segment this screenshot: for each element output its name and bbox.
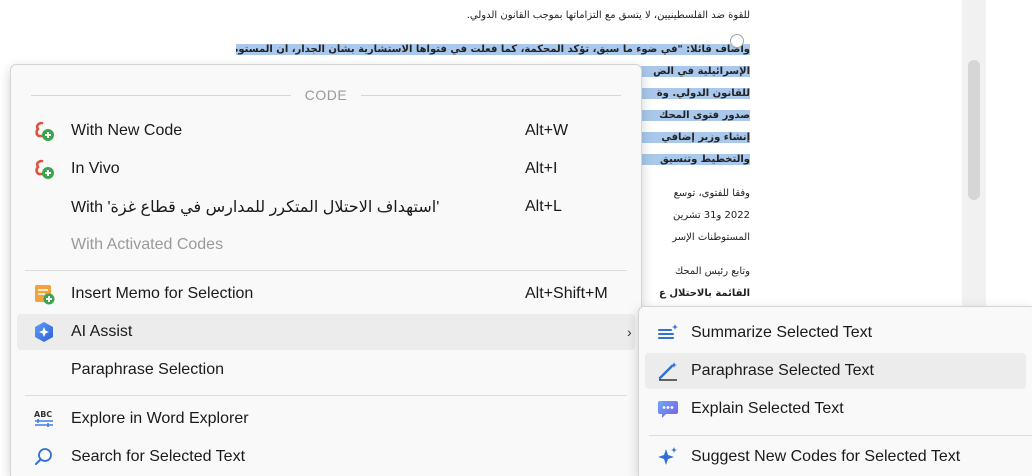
submenu-item-suggest-codes[interactable]: Suggest New Codes for Selected Text xyxy=(645,439,1026,475)
doc-line-selected: للقانون الدولي. وة xyxy=(640,88,750,99)
menu-item-ai-assist[interactable]: AI Assist › xyxy=(17,314,635,350)
menu-item-with-activated-codes: With Activated Codes xyxy=(17,227,635,263)
in-vivo-icon xyxy=(33,158,55,180)
scrollbar-thumb[interactable] xyxy=(968,60,980,200)
submenu-item-summarize[interactable]: Summarize Selected Text xyxy=(645,315,1026,351)
doc-line: وفقا للفتوى، توسع xyxy=(673,188,750,199)
doc-line: القائمة بالاحتلال ع xyxy=(659,288,750,299)
menu-item-paraphrase-selection[interactable]: Paraphrase Selection xyxy=(17,352,635,388)
submenu-item-label: Summarize Selected Text xyxy=(691,324,873,341)
menu-item-shortcut: Alt+Shift+M xyxy=(525,285,608,302)
svg-text:ABC: ABC xyxy=(34,410,52,419)
menu-item-label: AI Assist xyxy=(71,323,133,340)
menu-item-shortcut: Alt+L xyxy=(525,198,562,215)
submenu-item-label: Suggest New Codes for Selected Text xyxy=(691,448,961,465)
word-explorer-icon: ABC xyxy=(33,408,55,430)
submenu-separator xyxy=(649,435,1032,436)
menu-item-search-selected[interactable]: Search for Selected Text xyxy=(17,439,635,475)
search-icon xyxy=(33,446,55,468)
menu-item-label: With Activated Codes xyxy=(71,236,224,253)
doc-line: وتابع رئيس المحك xyxy=(675,266,750,277)
menu-item-label: With New Code xyxy=(71,122,183,139)
section-title: CODE xyxy=(304,87,348,103)
doc-line: 2022 و31 تشرين xyxy=(673,210,750,221)
doc-line-selected: إنشاء وزير إضافي xyxy=(640,132,750,143)
doc-line-selected: الإسرائيلية في الض xyxy=(640,66,750,77)
explain-icon xyxy=(657,398,679,420)
menu-separator xyxy=(25,270,627,271)
doc-line-selected: وأضاف قائلا: "في ضوء ما سبق، تؤكد المحكم… xyxy=(236,44,750,55)
submenu-item-label: Explain Selected Text xyxy=(691,400,844,417)
menu-item-with-new-code[interactable]: With New Code Alt+W xyxy=(17,113,635,149)
menu-item-shortcut: Alt+W xyxy=(525,122,569,139)
menu-section-header: CODE xyxy=(31,87,622,103)
selection-handle[interactable] xyxy=(730,34,744,48)
doc-line: المستوطنات الإسر xyxy=(672,232,750,243)
header-rule xyxy=(31,94,291,96)
suggest-codes-icon xyxy=(657,446,679,468)
submenu-chevron-icon: › xyxy=(627,324,632,340)
paraphrase-icon xyxy=(657,360,679,382)
menu-item-label: Insert Memo for Selection xyxy=(71,285,254,302)
menu-item-with-last-code[interactable]: With 'استهداف الاحتلال المتكرر للمدارس ف… xyxy=(17,189,635,225)
menu-item-shortcut: Alt+I xyxy=(525,160,558,177)
new-code-icon xyxy=(33,120,55,142)
ai-assist-submenu: Summarize Selected Text Paraphrase Selec… xyxy=(638,306,1032,476)
summarize-icon xyxy=(657,322,679,344)
submenu-item-paraphrase[interactable]: Paraphrase Selected Text xyxy=(645,353,1026,389)
submenu-item-explain[interactable]: Explain Selected Text xyxy=(645,391,1026,427)
menu-item-label: Paraphrase Selection xyxy=(71,361,224,378)
memo-icon xyxy=(33,283,55,305)
doc-line-selected: صدور فتوى المحك xyxy=(640,110,750,121)
menu-item-insert-memo[interactable]: Insert Memo for Selection Alt+Shift+M xyxy=(17,276,635,312)
menu-item-label: In Vivo xyxy=(71,160,120,177)
ai-assist-icon xyxy=(33,321,55,343)
menu-item-label: Explore in Word Explorer xyxy=(71,410,249,427)
menu-item-word-explorer[interactable]: ABC Explore in Word Explorer xyxy=(17,401,635,437)
menu-item-label: With 'استهداف الاحتلال المتكرر للمدارس ف… xyxy=(71,199,440,216)
context-menu: CODE With New Code Alt+W In Vivo Alt+I W… xyxy=(10,64,642,476)
doc-line: للقوة ضد الفلسطينيين، لا يتسق مع التزاما… xyxy=(466,10,750,21)
doc-line-selected: والتخطيط وتنسيق xyxy=(640,154,750,165)
menu-separator xyxy=(25,395,627,396)
header-rule xyxy=(361,94,622,96)
submenu-item-label: Paraphrase Selected Text xyxy=(691,362,874,379)
menu-item-in-vivo[interactable]: In Vivo Alt+I xyxy=(17,151,635,187)
menu-item-label: Search for Selected Text xyxy=(71,448,246,465)
